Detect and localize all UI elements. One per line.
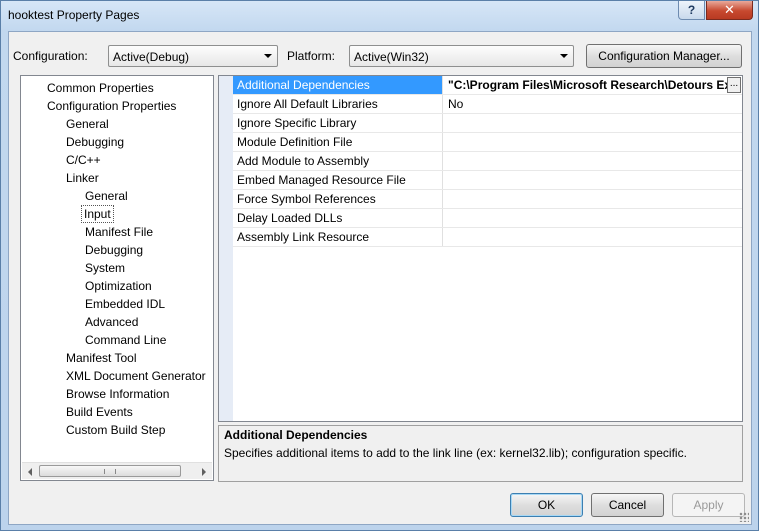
tree-item-linker-optimization[interactable]: Optimization: [83, 277, 154, 295]
platform-label: Platform:: [287, 49, 336, 63]
grid-row-ignore-all-default-libraries[interactable]: Ignore All Default Libraries No: [233, 95, 742, 114]
resize-grip-icon[interactable]: [739, 512, 749, 522]
platform-value: Active(Win32): [354, 50, 429, 64]
grid-row-delay-loaded-dlls[interactable]: Delay Loaded DLLs: [233, 209, 742, 228]
property-name: Assembly Link Resource: [233, 228, 443, 246]
tree-item-linker[interactable]: Linker: [64, 169, 101, 187]
description-title: Additional Dependencies: [224, 428, 368, 442]
property-name: Ignore Specific Library: [233, 114, 443, 132]
property-value-field[interactable]: [444, 133, 742, 151]
scrollbar-thumb[interactable]: [39, 465, 181, 477]
tree-item-debugging[interactable]: Debugging: [64, 133, 126, 151]
property-value-field[interactable]: [444, 190, 742, 208]
tree-item-linker-debugging[interactable]: Debugging: [83, 241, 145, 259]
property-value-field[interactable]: "C:\Program Files\Microsoft Research\Det…: [444, 76, 742, 94]
grid-row-assembly-link-resource[interactable]: Assembly Link Resource: [233, 228, 742, 247]
property-name: Ignore All Default Libraries: [233, 95, 443, 113]
tree-item-linker-command-line[interactable]: Command Line: [83, 331, 168, 349]
tree-item-linker-advanced[interactable]: Advanced: [83, 313, 140, 331]
grid-row-ignore-specific-library[interactable]: Ignore Specific Library: [233, 114, 742, 133]
property-value-field[interactable]: [444, 114, 742, 132]
property-value-field[interactable]: [444, 228, 742, 246]
description-pane: Additional Dependencies Specifies additi…: [218, 425, 743, 482]
grid-row-additional-dependencies[interactable]: Additional Dependencies "C:\Program File…: [233, 76, 742, 95]
tree-item-manifest-tool[interactable]: Manifest Tool: [64, 349, 138, 367]
tree-item-browse-information[interactable]: Browse Information: [64, 385, 171, 403]
tree-item-linker-manifest-file[interactable]: Manifest File: [83, 223, 155, 241]
title-bar[interactable]: hooktest Property Pages ? ✕: [1, 1, 758, 31]
apply-button[interactable]: Apply: [672, 493, 745, 517]
window-title: hooktest Property Pages: [8, 8, 140, 22]
property-name: Additional Dependencies: [233, 76, 443, 94]
property-name: Module Definition File: [233, 133, 443, 151]
grid-gutter: [219, 76, 233, 421]
configuration-manager-button[interactable]: Configuration Manager...: [586, 44, 742, 68]
chevron-down-icon: [560, 54, 568, 58]
grid-row-embed-managed-resource-file[interactable]: Embed Managed Resource File: [233, 171, 742, 190]
tree-item-build-events[interactable]: Build Events: [64, 403, 135, 421]
configuration-label: Configuration:: [13, 49, 88, 63]
property-name: Add Module to Assembly: [233, 152, 443, 170]
property-name: Force Symbol References: [233, 190, 443, 208]
grip-icon: [104, 469, 116, 474]
scroll-right-icon[interactable]: [202, 468, 206, 476]
tree-item-custom-build-step[interactable]: Custom Build Step: [64, 421, 167, 439]
tree-horizontal-scrollbar[interactable]: [22, 462, 212, 479]
tree-item-linker-system[interactable]: System: [83, 259, 127, 277]
property-value-field[interactable]: No: [444, 95, 742, 113]
tree-item-configuration-properties[interactable]: Configuration Properties: [45, 97, 178, 115]
ok-button[interactable]: OK: [510, 493, 583, 517]
grid-row-module-definition-file[interactable]: Module Definition File: [233, 133, 742, 152]
browse-ellipsis-button[interactable]: ...: [727, 77, 741, 93]
property-name: Delay Loaded DLLs: [233, 209, 443, 227]
tree-item-c-cpp[interactable]: C/C++: [64, 151, 103, 169]
tree-item-linker-input[interactable]: Input: [81, 205, 114, 223]
close-icon: ✕: [724, 2, 735, 17]
property-value-field[interactable]: [444, 209, 742, 227]
tree-item-linker-general[interactable]: General: [83, 187, 130, 205]
property-value-field[interactable]: [444, 152, 742, 170]
cancel-button[interactable]: Cancel: [591, 493, 664, 517]
tree-item-xml-document-generator[interactable]: XML Document Generator: [64, 367, 208, 385]
chevron-down-icon: [264, 54, 272, 58]
configuration-select[interactable]: Active(Debug): [108, 45, 278, 67]
property-value-field[interactable]: [444, 171, 742, 189]
scroll-left-icon[interactable]: [28, 468, 32, 476]
help-icon: ?: [687, 3, 696, 17]
close-button[interactable]: ✕: [706, 1, 753, 20]
description-text: Specifies additional items to add to the…: [224, 446, 687, 460]
property-name: Embed Managed Resource File: [233, 171, 443, 189]
dialog-window: hooktest Property Pages ? ✕ Configuratio…: [0, 0, 759, 531]
dialog-client-area: Configuration: Active(Debug) Platform: A…: [8, 31, 752, 525]
platform-select[interactable]: Active(Win32): [349, 45, 574, 67]
tree-item-linker-embedded-idl[interactable]: Embedded IDL: [83, 295, 167, 313]
grid-row-add-module-to-assembly[interactable]: Add Module to Assembly: [233, 152, 742, 171]
tree-item-common-properties[interactable]: Common Properties: [45, 79, 156, 97]
property-grid[interactable]: Additional Dependencies "C:\Program File…: [218, 75, 743, 422]
help-button[interactable]: ?: [678, 1, 705, 20]
property-tree[interactable]: Common Properties Configuration Properti…: [20, 75, 214, 481]
configuration-value: Active(Debug): [113, 50, 190, 64]
grid-row-force-symbol-references[interactable]: Force Symbol References: [233, 190, 742, 209]
tree-item-general[interactable]: General: [64, 115, 111, 133]
